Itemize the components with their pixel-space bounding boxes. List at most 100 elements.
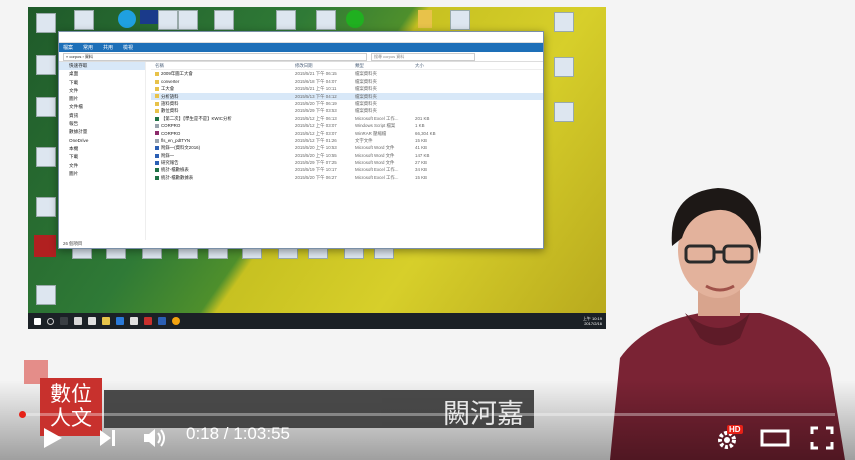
desktop-icon xyxy=(36,147,56,167)
ribbon-tab[interactable]: 檔案 xyxy=(63,44,73,51)
ribbon-tab[interactable]: 常用 xyxy=(83,44,93,51)
file-name: 【第二次】【學生是不是】KWIC分析 xyxy=(155,115,295,122)
file-name-text: 語料資料 xyxy=(161,100,179,106)
file-row[interactable]: 統計-檔數檢表 2015/5/19 下午 10:17 Microsoft Excel… xyxy=(151,166,543,173)
file-row[interactable]: CORPRO 2015/5/12 上午 03:07 Windows Script 檔… xyxy=(151,122,543,129)
file-type-icon xyxy=(155,146,159,151)
file-row[interactable]: 研究報告 2015/5/29 下午 07:25 Microsoft Word 文件 2… xyxy=(151,159,543,166)
nav-item[interactable]: 資訊 xyxy=(59,112,145,120)
desktop-icon xyxy=(74,10,94,30)
nav-item[interactable]: 數據計量 xyxy=(59,128,145,136)
program-logo-text: 數位人文 xyxy=(50,382,92,430)
column-header[interactable]: 修改日期 xyxy=(295,62,355,69)
file-name: 分析語料 xyxy=(155,93,295,100)
powerpoint-icon[interactable] xyxy=(144,317,152,325)
nav-item[interactable]: 文件檔 xyxy=(59,103,145,111)
file-name: 附錄一 xyxy=(155,152,295,159)
file-name: fls_en_pdtTYN xyxy=(155,137,295,144)
file-row[interactable]: fls_en_pdtTYN 2015/5/12 下午 01:26 文字文件 15 KB xyxy=(151,137,543,144)
file-type-icon xyxy=(155,131,159,136)
file-row[interactable]: converter 2015/6/18 下午 04:07 檔案資料夾 xyxy=(151,78,543,85)
desktop-icon xyxy=(36,197,56,217)
file-name: converter xyxy=(155,78,295,85)
address-bar[interactable]: « corpos › 資料 xyxy=(63,52,367,61)
file-name-text: CORPRO xyxy=(161,123,181,129)
nav-item[interactable]: 圖片 xyxy=(59,170,145,178)
file-row[interactable]: 數位資料 2015/5/29 下午 03:53 檔案資料夾 xyxy=(151,107,543,114)
file-type-icon xyxy=(155,79,159,84)
file-type-icon xyxy=(155,153,159,158)
nav-item[interactable]: 桌面 xyxy=(59,70,145,78)
file-name-text: 分析語料 xyxy=(161,93,179,99)
file-name-text: 2009年圖工大會 xyxy=(161,71,193,77)
file-type: Microsoft Word 文件 xyxy=(355,160,395,166)
file-row[interactable]: 附錄一(資料文2016) 2015/5/20 上午 10:53 Microsoft … xyxy=(151,144,543,151)
ribbon-tab[interactable]: 共用 xyxy=(103,44,113,51)
store-icon[interactable] xyxy=(88,317,96,325)
file-type: 檔案資料夾 xyxy=(355,86,377,92)
file-date: 2015/5/29 下午 03:53 xyxy=(295,108,337,114)
file-size: 27 KB xyxy=(415,160,427,166)
file-size: 15 KB xyxy=(415,137,427,143)
ribbon-tab[interactable]: 檢視 xyxy=(123,44,133,51)
navigation-pane: 快速存取 桌面 下載 文件 圖片 文件檔 資訊 報告 數據計量 OneDrive… xyxy=(59,62,146,240)
file-type-icon xyxy=(155,109,159,114)
app-icon[interactable] xyxy=(130,317,138,325)
next-icon[interactable] xyxy=(98,428,118,448)
desktop-icon xyxy=(178,10,198,30)
file-name: 統計-檔數數據表 xyxy=(155,174,295,181)
column-header[interactable]: 類型 xyxy=(355,62,415,69)
play-icon[interactable] xyxy=(40,426,64,450)
file-explorer-icon[interactable] xyxy=(74,317,82,325)
column-header[interactable]: 大小 xyxy=(415,62,465,69)
file-type: 檔案資料夾 xyxy=(355,71,377,77)
chrome-icon[interactable] xyxy=(172,317,180,325)
desktop-icon xyxy=(36,55,56,75)
file-row[interactable]: 分析語料 2015/5/13 下午 04:12 檔案資料夾 xyxy=(151,92,543,100)
file-date: 2015/5/13 下午 04:12 xyxy=(295,93,337,99)
folder-icon[interactable] xyxy=(102,317,110,325)
word-icon[interactable] xyxy=(158,317,166,325)
file-name: 2009年圖工大會 xyxy=(155,70,295,77)
task-view-icon[interactable] xyxy=(60,317,68,325)
file-name: CORPRO xyxy=(155,130,295,137)
nav-item[interactable]: 下載 xyxy=(59,153,145,161)
theater-icon[interactable] xyxy=(760,428,790,448)
file-row[interactable]: 【第二次】【學生是不是】KWIC分析 2015/5/12 上午 06:13 Micr… xyxy=(151,115,543,122)
file-size xyxy=(415,78,465,85)
progress-bar[interactable] xyxy=(20,413,835,416)
file-type-icon xyxy=(155,138,159,143)
explorer-ribbon: 檔案 常用 共用 檢視 xyxy=(59,43,543,52)
fullscreen-icon[interactable] xyxy=(810,426,834,450)
file-size xyxy=(415,93,465,100)
file-type-icon xyxy=(155,116,159,121)
nav-item[interactable]: 圖片 xyxy=(59,95,145,103)
file-row[interactable]: 語料資料 2015/5/20 下午 06:19 檔案資料夾 xyxy=(151,100,543,107)
search-input[interactable]: 搜尋 corpos 資料 xyxy=(371,52,475,61)
nav-item[interactable]: 下載 xyxy=(59,79,145,87)
start-icon[interactable] xyxy=(34,317,41,325)
volume-icon[interactable] xyxy=(142,426,168,450)
scrubber-handle[interactable] xyxy=(19,411,26,418)
file-row[interactable]: 附錄一 2015/5/20 上午 10:55 Microsoft Word 文件 14… xyxy=(151,152,543,159)
flag-icon xyxy=(140,10,158,24)
nav-item[interactable]: 文件 xyxy=(59,87,145,95)
nav-item[interactable]: OneDrive xyxy=(59,137,145,145)
file-type-icon xyxy=(155,160,159,165)
file-row[interactable]: 2009年圖工大會 2015/5/21 下午 06:15 檔案資料夾 xyxy=(151,70,543,77)
nav-item[interactable]: 快速存取 xyxy=(59,62,145,71)
file-size: 41 KB xyxy=(415,145,427,151)
nav-item[interactable]: 本機 xyxy=(59,145,145,153)
file-row[interactable]: 工大會 2015/5/21 上午 10:11 檔案資料夾 xyxy=(151,85,543,92)
file-row[interactable]: 統計-檔數數據表 2015/5/20 下午 06:27 Microsoft Exce… xyxy=(151,174,543,181)
file-row[interactable]: CORPRO 2015/5/12 上午 03:07 WinRAR 壓縮檔 66,304… xyxy=(151,130,543,137)
edge-icon[interactable] xyxy=(116,317,124,325)
column-header[interactable]: 名稱 xyxy=(155,62,295,69)
nav-item[interactable]: 報告 xyxy=(59,120,145,128)
file-size: 34 KB xyxy=(415,167,427,173)
file-date: 2015/5/12 下午 01:26 xyxy=(295,137,337,143)
nav-item[interactable]: 文件 xyxy=(59,162,145,170)
search-icon[interactable] xyxy=(47,317,54,325)
file-rows: 2009年圖工大會 2015/5/21 下午 06:15 檔案資料夾 converte… xyxy=(151,70,543,181)
file-name: 研究報告 xyxy=(155,159,295,166)
